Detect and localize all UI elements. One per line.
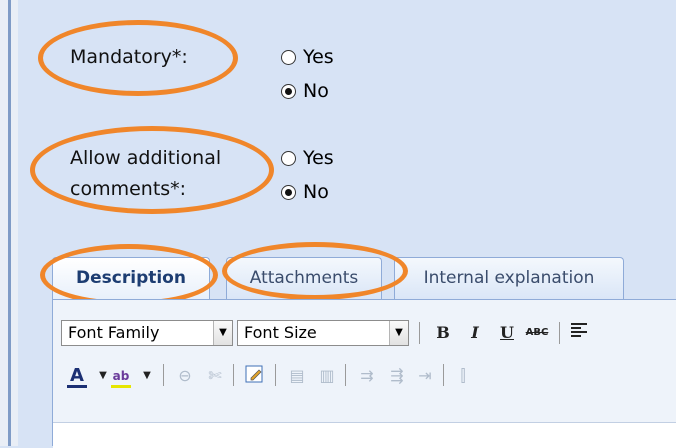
toolbar-separator [345, 364, 346, 386]
radio-label: No [303, 181, 329, 203]
font-family-value: Font Family [68, 323, 160, 342]
strikethrough-icon[interactable]: ABC [525, 321, 549, 345]
mandatory-label: Mandatory*: [70, 46, 188, 68]
toolbar-separator [443, 364, 444, 386]
font-size-select[interactable]: Font Size ▼ [237, 320, 409, 346]
mandatory-no-radio[interactable]: No [281, 80, 329, 102]
tab-attachments[interactable]: Attachments [226, 257, 382, 299]
underline-icon[interactable]: U [495, 321, 519, 345]
toolbar-separator [419, 322, 420, 344]
toolbar-row-2: A ▼ ab ▼ ⊖ ✄ ▤ ▥ ⇉ ⇶ ⇥ ⫿ [53, 354, 676, 394]
radio-label: Yes [303, 147, 334, 169]
insert-row-after-icon[interactable]: ⇶ [385, 364, 409, 388]
unlink-icon[interactable]: ✄ [203, 364, 227, 388]
edit-icon[interactable] [243, 364, 267, 388]
radio-circle-icon[interactable] [281, 49, 296, 65]
font-size-value: Font Size [244, 323, 317, 342]
tab-description[interactable]: Description [52, 257, 210, 299]
chevron-down-icon[interactable]: ▼ [213, 321, 232, 345]
italic-icon[interactable]: I [463, 321, 487, 345]
insert-col-icon[interactable]: ⫿ [451, 364, 475, 388]
allow-comments-no-radio[interactable]: No [281, 181, 329, 203]
radio-circle-icon[interactable] [281, 150, 296, 166]
insert-row-before-icon[interactable]: ⇉ [355, 364, 379, 388]
rich-text-editor: Font Family ▼ Font Size ▼ B I U ABC A ▼ … [52, 299, 676, 448]
align-left-icon[interactable] [567, 321, 591, 345]
toolbar-separator [233, 364, 234, 386]
allow-comments-yes-radio[interactable]: Yes [281, 147, 334, 169]
radio-label: No [303, 80, 329, 102]
toolbar-separator [559, 322, 560, 344]
toolbar-separator [163, 364, 164, 386]
chevron-down-icon[interactable]: ▼ [389, 321, 408, 345]
toolbar-separator [275, 364, 276, 386]
radio-label: Yes [303, 46, 334, 68]
tab-internal-explanation[interactable]: Internal explanation [394, 257, 624, 299]
text-color-icon[interactable]: A [65, 364, 89, 388]
radio-circle-icon[interactable] [281, 83, 296, 99]
left-border [0, 0, 18, 446]
chevron-down-icon[interactable]: ▼ [135, 364, 159, 388]
bold-icon[interactable]: B [431, 321, 455, 345]
font-family-select[interactable]: Font Family ▼ [61, 320, 233, 346]
link-icon[interactable]: ⊖ [173, 364, 197, 388]
mandatory-yes-radio[interactable]: Yes [281, 46, 334, 68]
toolbar-row-1: Font Family ▼ Font Size ▼ B I U ABC [53, 312, 676, 352]
allow-comments-label-line1: Allow additional [70, 147, 222, 169]
radio-circle-icon[interactable] [281, 184, 296, 200]
table-props-icon[interactable]: ▥ [315, 364, 339, 388]
highlight-color-icon[interactable]: ab [109, 364, 133, 388]
editor-content-area[interactable] [53, 422, 676, 448]
allow-comments-label-line2: comments*: [70, 178, 187, 200]
delete-row-icon[interactable]: ⇥ [413, 364, 437, 388]
table-icon[interactable]: ▤ [285, 364, 309, 388]
